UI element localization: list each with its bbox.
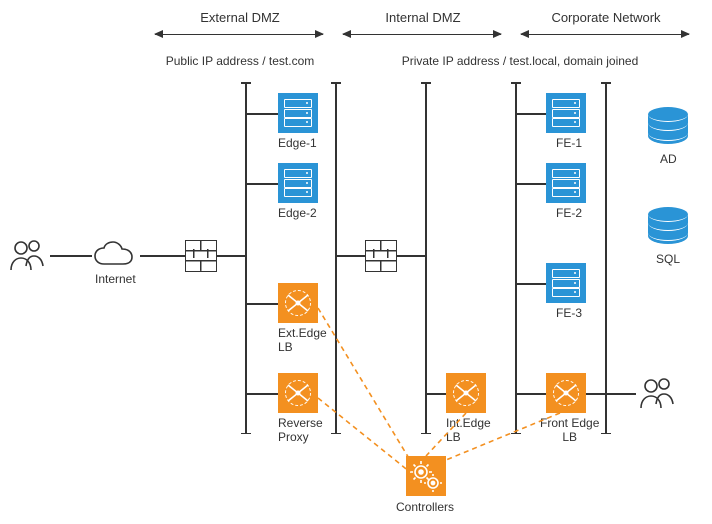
lb-reverse-proxy [278,373,318,413]
trunk-external-left [245,82,247,434]
conn-users-cloud [50,255,92,257]
label-extedge-lb-l2: LB [278,340,293,354]
zone-label-corporate: Corporate Network [516,10,696,25]
subheader-private: Private IP address / test.local, domain … [340,54,700,68]
conn-cloud-fw1 [140,255,185,257]
conn-fw2-trunk-right [397,255,425,257]
corp-users-icon [638,376,678,410]
conn-edge1 [246,113,278,115]
users-icon [8,238,48,272]
label-intedge-lb-l2: LB [446,430,461,444]
lb-int-edge [446,373,486,413]
label-front-edge-l1: Front Edge [540,416,599,430]
firewall-internal [365,240,397,272]
label-fe1: FE-1 [556,136,582,150]
conn-trunk-fw2-left [336,255,365,257]
controllers-box [406,456,446,496]
subheader-public: Public IP address / test.com [150,54,330,68]
conn-extedge-lb [246,303,278,305]
server-fe1 [546,93,586,133]
label-edge2: Edge-2 [278,206,317,220]
server-edge1 [278,93,318,133]
label-controllers: Controllers [396,500,454,514]
label-intedge-lb-l1: Int.Edge [446,416,491,430]
label-internet: Internet [95,272,136,286]
conn-fe1 [516,113,546,115]
label-reverse-proxy-l1: Reverse [278,416,323,430]
trunk-external-right [335,82,337,434]
server-fe3 [546,263,586,303]
conn-reverse-proxy [246,393,278,395]
lb-front-edge [546,373,586,413]
conn-fe2 [516,183,546,185]
trunk-internal-right [515,82,517,434]
conn-front-edge-left [516,393,546,395]
label-reverse-proxy: Reverse Proxy [278,416,323,445]
zone-arrow-internal [343,34,501,35]
cloud-icon [92,240,140,270]
zone-arrow-corporate [521,34,689,35]
zone-arrow-external [155,34,323,35]
conn-fe3 [516,283,546,285]
label-reverse-proxy-l2: Proxy [278,430,309,444]
conn-front-edge-right [586,393,605,395]
db-ad [648,108,688,144]
firewall-external [185,240,217,272]
zone-label-external: External DMZ [150,10,330,25]
label-edge1: Edge-1 [278,136,317,150]
server-fe2 [546,163,586,203]
conn-corp-users [606,393,636,395]
label-sql: SQL [656,252,680,266]
label-extedge-lb: Ext.Edge LB [278,326,327,355]
label-intedge-lb: Int.Edge LB [446,416,491,445]
label-front-edge: Front Edge LB [540,416,599,445]
label-fe3: FE-3 [556,306,582,320]
conn-fw1-trunk [217,255,245,257]
label-extedge-lb-l1: Ext.Edge [278,326,327,340]
trunk-internal-left [425,82,427,434]
label-front-edge-l2: LB [540,430,599,444]
label-ad: AD [660,152,677,166]
trunk-corporate-right [605,82,607,434]
conn-edge2 [246,183,278,185]
db-sql [648,208,688,244]
label-fe2: FE-2 [556,206,582,220]
zone-label-internal: Internal DMZ [338,10,508,25]
conn-intedge-lb [426,393,446,395]
server-edge2 [278,163,318,203]
lb-ext-edge [278,283,318,323]
